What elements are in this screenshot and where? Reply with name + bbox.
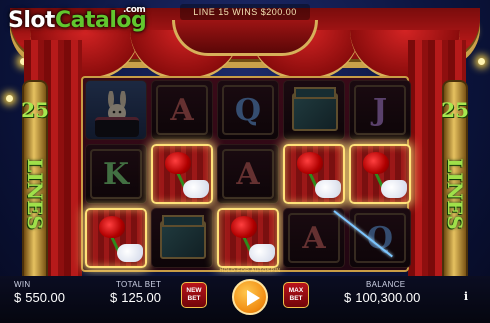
balance-label: BALANCE: [366, 280, 406, 289]
reel-symbol-magic-box: [151, 208, 213, 268]
reel-symbol-A: A: [151, 80, 213, 140]
symbol-letter: Q: [366, 221, 394, 256]
reel-symbol-rose: [85, 208, 147, 268]
hold-for-autospin-label: HOLD FOR AUTOSPIN: [219, 268, 281, 274]
top-hat-icon: [95, 117, 139, 137]
glove-icon: [381, 180, 407, 198]
right-lines-pillar: 25 LINES: [441, 80, 469, 285]
symbol-letter: J: [372, 93, 388, 128]
magic-box-icon: [292, 87, 338, 131]
reel-symbol-A: A: [217, 144, 279, 204]
stage-light: [478, 58, 485, 65]
symbol-letter: A: [170, 93, 194, 128]
magic-box-icon: [160, 215, 206, 259]
balance-amount: $100,300.00: [344, 290, 420, 305]
total-bet-value: 125.00: [121, 290, 161, 305]
reel-symbol-Q: Q: [349, 208, 411, 268]
rose-icon: [231, 216, 257, 238]
win-amount: $550.00: [14, 290, 65, 305]
reel-symbol-magic-box: [283, 80, 345, 140]
reel-symbol-rose: [349, 144, 411, 204]
reel-symbol-rose: [217, 208, 279, 268]
banner-arch: [172, 20, 318, 56]
reel-symbol-Q: Q: [217, 80, 279, 140]
rose-icon: [363, 152, 389, 174]
lines-word: LINES: [443, 158, 467, 230]
max-bet-button[interactable]: MAX BET: [283, 282, 309, 308]
reel-symbol-rose: [151, 144, 213, 204]
rose-icon: [165, 152, 191, 174]
win-currency: $: [14, 290, 22, 305]
rose-icon: [99, 216, 125, 238]
reel-grid: KAQAAJQ: [81, 76, 411, 272]
line-win-banner: LINE 15 WINS $200.00: [180, 4, 310, 20]
symbol-letter: A: [236, 157, 260, 192]
balance-currency: $: [344, 290, 352, 305]
spin-button[interactable]: [232, 279, 268, 315]
reel-symbol-J: J: [349, 80, 411, 140]
reel-symbol-K: K: [85, 144, 147, 204]
win-label: WIN: [14, 280, 31, 289]
reel-symbol-rose: [283, 144, 345, 204]
glove-icon: [183, 180, 209, 198]
balance-value: 100,300.00: [355, 290, 421, 305]
lines-count: 25: [441, 98, 469, 122]
total-bet-amount: $125.00: [110, 290, 161, 305]
glove-icon: [315, 180, 341, 198]
slot-game-screen: 25 LINES 25 LINES SlotCatalog .com LINE …: [0, 0, 490, 323]
total-bet-currency: $: [110, 290, 118, 305]
left-lines-pillar: 25 LINES: [21, 80, 49, 285]
symbol-letter: A: [302, 221, 326, 256]
reel-symbol-rabbit-hat: [85, 80, 147, 140]
glove-icon: [249, 244, 275, 262]
glove-icon: [117, 244, 143, 262]
info-icon[interactable]: i: [458, 289, 474, 305]
stage-light: [6, 95, 13, 102]
new-bet-button[interactable]: NEW BET: [181, 282, 207, 308]
win-value: 550.00: [25, 290, 65, 305]
lines-count: 25: [21, 98, 49, 122]
lines-word: LINES: [23, 158, 47, 230]
site-logo: SlotCatalog .com: [8, 5, 147, 33]
symbol-letter: Q: [234, 93, 262, 128]
total-bet-label: TOTAL BET: [116, 280, 162, 289]
rose-icon: [297, 152, 323, 174]
symbol-letter: K: [102, 157, 130, 192]
logo-com-text: .com: [123, 5, 146, 15]
reel-symbol-A: A: [283, 208, 345, 268]
logo-slot-text: Slot: [8, 8, 56, 33]
